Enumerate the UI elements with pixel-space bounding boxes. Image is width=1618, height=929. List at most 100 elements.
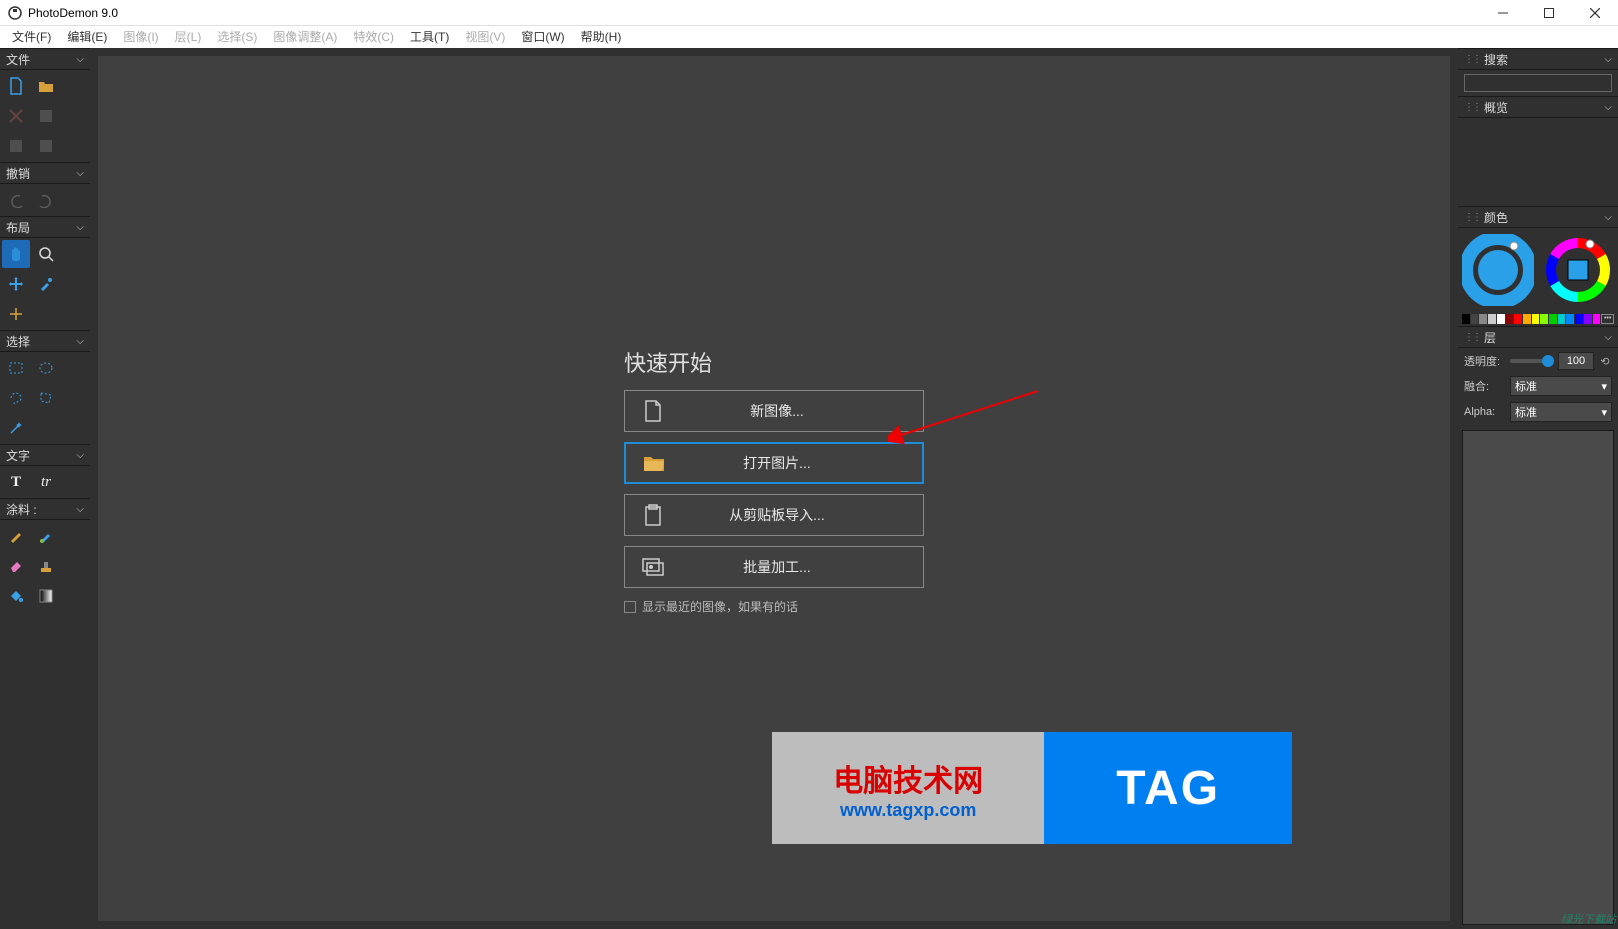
- menu-help[interactable]: 帮助(H): [573, 26, 630, 48]
- blend-select[interactable]: 标准▾: [1510, 376, 1612, 396]
- section-select-label: 选择: [6, 333, 30, 350]
- menu-window[interactable]: 窗口(W): [513, 26, 572, 48]
- section-layer[interactable]: ⋮⋮层⌵: [1458, 326, 1618, 348]
- section-search-label: 搜索: [1484, 51, 1508, 68]
- lasso-select-icon[interactable]: [2, 384, 30, 412]
- swatch[interactable]: [1471, 314, 1479, 324]
- section-search[interactable]: ⋮⋮搜索⌵: [1458, 48, 1618, 70]
- close-button[interactable]: [1572, 0, 1618, 26]
- swatch[interactable]: [1540, 314, 1548, 324]
- chevron-down-icon: ⌵: [1604, 212, 1612, 223]
- title-bar: PhotoDemon 9.0: [0, 0, 1618, 26]
- alpha-select[interactable]: 标准▾: [1510, 402, 1612, 422]
- swatch[interactable]: [1558, 314, 1566, 324]
- menu-tool[interactable]: 工具(T): [402, 26, 457, 48]
- open-image-label: 打开图片...: [682, 453, 922, 473]
- color-wheel-left[interactable]: [1462, 234, 1534, 306]
- rect-select-icon[interactable]: [2, 354, 30, 382]
- swatch[interactable]: [1479, 314, 1487, 324]
- chevron-down-icon: ⌵: [76, 54, 84, 65]
- chevron-down-icon: ▾: [1601, 406, 1607, 419]
- swatch[interactable]: [1506, 314, 1514, 324]
- section-color[interactable]: ⋮⋮颜色⌵: [1458, 206, 1618, 228]
- search-input[interactable]: [1464, 74, 1612, 92]
- move-tool-icon[interactable]: [2, 270, 30, 298]
- watermark-tag: TAG: [1116, 761, 1220, 816]
- menu-effect[interactable]: 特效(C): [345, 26, 402, 48]
- ellipse-select-icon[interactable]: [32, 354, 60, 382]
- eraser-tool-icon[interactable]: [2, 552, 30, 580]
- swatch[interactable]: [1497, 314, 1505, 324]
- eyedropper-tool-icon[interactable]: [32, 270, 60, 298]
- export-icon[interactable]: [32, 132, 60, 160]
- watermark-text1: 电脑技术网: [833, 756, 983, 800]
- swatch-row: •••: [1458, 312, 1618, 326]
- batch-button[interactable]: 批量加工...: [624, 546, 924, 588]
- swatch[interactable]: [1488, 314, 1496, 324]
- section-select[interactable]: 选择 ⌵: [0, 330, 90, 352]
- swatch[interactable]: [1523, 314, 1531, 324]
- link-icon[interactable]: ⟲: [1598, 354, 1612, 368]
- gradient-tool-icon[interactable]: [32, 582, 60, 610]
- wand-select-icon[interactable]: [2, 414, 30, 442]
- chevron-down-icon: ⌵: [76, 222, 84, 233]
- color-wheel-right[interactable]: [1542, 234, 1614, 306]
- menu-select[interactable]: 选择(S): [209, 26, 265, 48]
- hand-tool-icon[interactable]: [2, 240, 30, 268]
- menu-file[interactable]: 文件(F): [4, 26, 59, 48]
- swatch[interactable]: [1549, 314, 1557, 324]
- section-file[interactable]: 文件⌵: [0, 48, 90, 70]
- swatch[interactable]: [1462, 314, 1470, 324]
- swatch[interactable]: [1593, 314, 1601, 324]
- section-preview[interactable]: ⋮⋮概览⌵: [1458, 96, 1618, 118]
- app-title: PhotoDemon 9.0: [28, 6, 1480, 20]
- menu-image[interactable]: 图像(I): [115, 26, 166, 48]
- opacity-slider[interactable]: [1510, 359, 1554, 363]
- section-layer-label: 层: [1484, 329, 1496, 346]
- open-image-button[interactable]: 打开图片...: [624, 442, 924, 484]
- save-icon[interactable]: [32, 102, 60, 130]
- more-swatches-icon[interactable]: •••: [1601, 314, 1614, 324]
- maximize-button[interactable]: [1526, 0, 1572, 26]
- swatch[interactable]: [1584, 314, 1592, 324]
- clone-tool-icon[interactable]: [32, 552, 60, 580]
- text-tool-icon[interactable]: T: [2, 468, 30, 496]
- pencil-tool-icon[interactable]: [2, 522, 30, 550]
- poly-select-icon[interactable]: [32, 384, 60, 412]
- menu-edit[interactable]: 编辑(E): [59, 26, 115, 48]
- menu-view[interactable]: 视图(V): [457, 26, 513, 48]
- swatch[interactable]: [1575, 314, 1583, 324]
- section-layout[interactable]: 布局⌵: [0, 216, 90, 238]
- chevron-down-icon: ⌵: [76, 336, 84, 347]
- fill-tool-icon[interactable]: [2, 582, 30, 610]
- layer-list[interactable]: [1462, 430, 1614, 925]
- minimize-button[interactable]: [1480, 0, 1526, 26]
- ruler-tool-icon[interactable]: [2, 300, 30, 328]
- show-recent-checkbox[interactable]: 显示最近的图像，如果有的话: [624, 598, 924, 615]
- brush-tool-icon[interactable]: [32, 522, 60, 550]
- redo-icon[interactable]: [32, 186, 60, 214]
- menu-bar: 文件(F) 编辑(E) 图像(I) 层(L) 选择(S) 图像调整(A) 特效(…: [0, 26, 1618, 48]
- open-folder-icon[interactable]: [32, 72, 60, 100]
- swatch[interactable]: [1532, 314, 1540, 324]
- opacity-value[interactable]: 100: [1558, 352, 1594, 370]
- undo-icon[interactable]: [2, 186, 30, 214]
- app-icon: [8, 6, 22, 20]
- new-image-button[interactable]: 新图像...: [624, 390, 924, 432]
- section-paint[interactable]: 涂料 :⌵: [0, 498, 90, 520]
- text-path-tool-icon[interactable]: tr: [32, 468, 60, 496]
- zoom-tool-icon[interactable]: [32, 240, 60, 268]
- section-undo[interactable]: 撤销⌵: [0, 162, 90, 184]
- menu-layer[interactable]: 层(L): [167, 26, 210, 48]
- section-text[interactable]: 文字⌵: [0, 444, 90, 466]
- save-as-icon[interactable]: [2, 132, 30, 160]
- new-file-icon[interactable]: [2, 72, 30, 100]
- document-icon: [625, 400, 681, 422]
- from-clipboard-button[interactable]: 从剪贴板导入...: [624, 494, 924, 536]
- close-file-icon[interactable]: [2, 102, 30, 130]
- swatch[interactable]: [1514, 314, 1522, 324]
- swatch[interactable]: [1566, 314, 1574, 324]
- chevron-down-icon: ⌵: [1604, 54, 1612, 65]
- menu-adjust[interactable]: 图像调整(A): [265, 26, 345, 48]
- new-image-label: 新图像...: [681, 401, 923, 421]
